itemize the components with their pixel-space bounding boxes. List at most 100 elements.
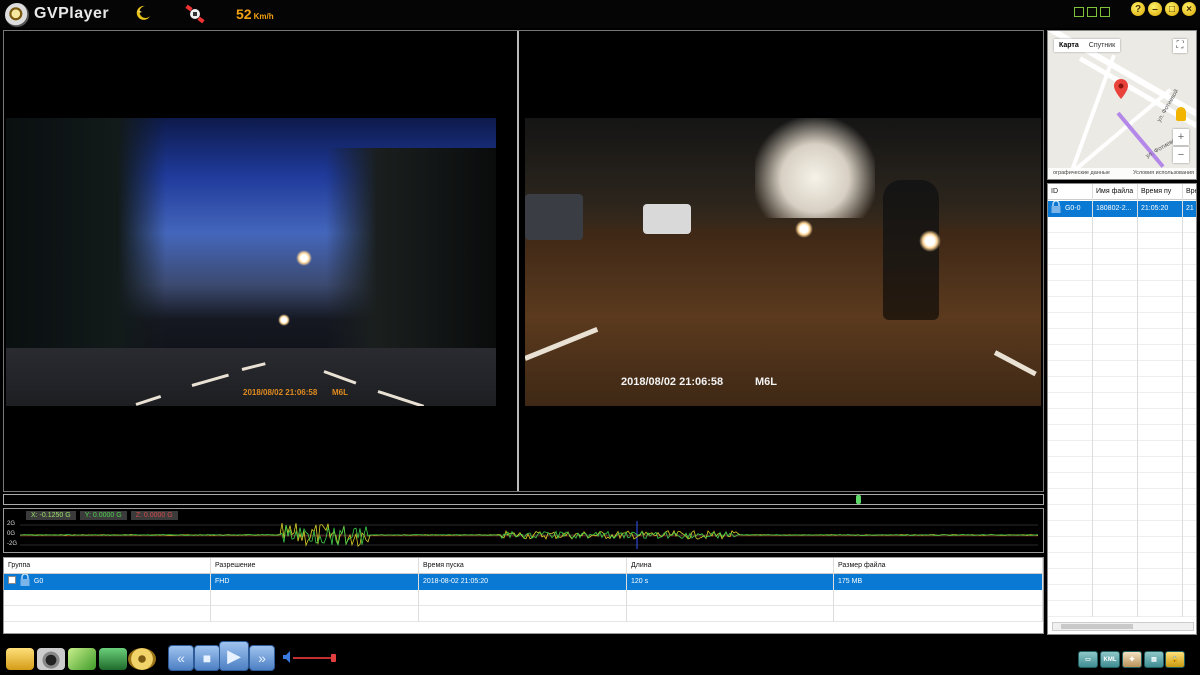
minimize-button[interactable]: – bbox=[1148, 2, 1162, 16]
scene-trees bbox=[326, 148, 496, 368]
row-checkbox[interactable] bbox=[8, 576, 16, 584]
window-controls: ? – □ × bbox=[1131, 2, 1196, 16]
gps-satellite-icon[interactable] bbox=[184, 3, 206, 25]
disc-icon[interactable] bbox=[128, 648, 156, 670]
fast-forward-button[interactable]: » bbox=[249, 645, 275, 671]
play-icon: ▶ bbox=[227, 645, 241, 666]
map-icon[interactable]: ✚ bbox=[1122, 651, 1142, 668]
maximize-button[interactable]: □ bbox=[1165, 2, 1179, 16]
street-view-icon[interactable] bbox=[1176, 107, 1186, 121]
volume-slider-handle[interactable] bbox=[331, 654, 336, 662]
rear-video-frame: 2018/08/02 21:06:58 M6L bbox=[525, 118, 1041, 406]
screen-icon[interactable]: ▭ bbox=[1078, 651, 1098, 668]
scene-road bbox=[525, 228, 1041, 406]
column-header[interactable]: Группа bbox=[4, 558, 211, 574]
empty-list-row bbox=[1048, 521, 1196, 537]
map-tab-satellite[interactable]: Спутник bbox=[1084, 39, 1120, 52]
clip-id-cell: G0-0 bbox=[1048, 201, 1093, 217]
empty-table-row bbox=[4, 590, 1043, 606]
settings-icon[interactable]: ▤ bbox=[1144, 651, 1164, 668]
play-button[interactable]: ▶ bbox=[219, 641, 249, 671]
stop-button[interactable]: ■ bbox=[194, 645, 220, 671]
empty-list-row bbox=[1048, 313, 1196, 329]
video-timestamp: 2018/08/02 21:06:58 bbox=[621, 376, 724, 388]
night-mode-icon[interactable] bbox=[134, 4, 152, 22]
empty-list-row bbox=[1048, 601, 1196, 617]
empty-list-row bbox=[1048, 585, 1196, 601]
volume-icon[interactable] bbox=[283, 651, 291, 663]
scene-street-light bbox=[278, 314, 290, 326]
empty-list-row bbox=[1048, 297, 1196, 313]
group-cell: G0 bbox=[4, 574, 211, 590]
column-header[interactable]: ID bbox=[1048, 184, 1093, 200]
stop-icon: ■ bbox=[202, 650, 212, 666]
g-axis-label: 0G bbox=[7, 531, 16, 537]
camera-icon[interactable] bbox=[37, 648, 65, 670]
rear-camera-view[interactable]: 2018/08/02 21:06:58 M6L bbox=[521, 31, 1043, 491]
column-header[interactable]: Длина bbox=[627, 558, 834, 574]
column-header[interactable]: Имя файла bbox=[1093, 184, 1138, 200]
scrollbar-thumb[interactable] bbox=[1061, 624, 1133, 629]
empty-list-row bbox=[1048, 569, 1196, 585]
scene-street-light bbox=[296, 250, 312, 266]
table-row[interactable]: G0 FHD 2018-08-02 21:05:20 120 s 175 MB bbox=[4, 574, 1043, 590]
empty-list-row bbox=[1048, 217, 1196, 233]
kml-export-button[interactable]: KML bbox=[1100, 651, 1120, 668]
g-sensor-x: X: -0.1250 G bbox=[26, 511, 76, 520]
empty-list-row bbox=[1048, 457, 1196, 473]
g-sensor-graph[interactable] bbox=[20, 521, 1038, 549]
clip-id: G0-0 bbox=[1064, 205, 1081, 212]
layout-single-icon[interactable] bbox=[1074, 7, 1084, 17]
volume-slider[interactable] bbox=[293, 657, 333, 659]
lock-icon[interactable]: 🔒 bbox=[1165, 651, 1185, 668]
g-axis-label: 2G bbox=[7, 521, 16, 527]
close-button[interactable]: × bbox=[1182, 2, 1196, 16]
help-button[interactable]: ? bbox=[1131, 2, 1145, 16]
lock-icon bbox=[1051, 201, 1061, 213]
list-item[interactable]: G0-0 180802-2... 21:05:20 21 bbox=[1048, 201, 1196, 217]
column-header[interactable]: Время пуска bbox=[419, 558, 627, 574]
fullscreen-icon[interactable]: ⛶ bbox=[1173, 39, 1187, 53]
app-title: GVPlayer bbox=[34, 5, 110, 22]
horizontal-scrollbar[interactable] bbox=[1052, 622, 1194, 631]
title-bar: GVPlayer 52 Km/h ? – □ × bbox=[0, 0, 1200, 28]
clip-list: ID Имя файла Время пу Вре G0-0 180802-2.… bbox=[1047, 183, 1197, 635]
column-header[interactable]: Размер файла bbox=[834, 558, 1043, 574]
front-video-frame: 2018/08/02 21:06:58 M6L bbox=[6, 118, 496, 406]
layout-quad-icon[interactable] bbox=[1100, 7, 1110, 17]
file-group-table: Группа Разрешение Время пуска Длина Разм… bbox=[3, 557, 1044, 634]
layout-dual-icon[interactable] bbox=[1087, 7, 1097, 17]
scene-car bbox=[643, 204, 691, 234]
clip-list-header: ID Имя файла Время пу Вре bbox=[1048, 184, 1196, 200]
clip-time-cell: 21:05:20 bbox=[1138, 201, 1183, 217]
lock-icon bbox=[20, 574, 30, 586]
map-data-credit: ографические данные bbox=[1053, 170, 1110, 176]
zoom-out-button[interactable]: − bbox=[1173, 147, 1189, 163]
front-camera-view[interactable]: 2018/08/02 21:06:58 M6L bbox=[4, 31, 519, 491]
clip-extra-cell: 21 bbox=[1183, 201, 1196, 217]
zoom-in-button[interactable]: + bbox=[1173, 129, 1189, 145]
g-sensor-values: X: -0.1250 G Y: 0.0000 G Z: 0.0000 G bbox=[26, 511, 178, 520]
column-header[interactable]: Вре bbox=[1183, 184, 1196, 200]
scene-trees bbox=[6, 118, 166, 363]
map-view[interactable]: Карта Спутник ⛶ ул. Фотиевой ул. Фотиево… bbox=[1047, 30, 1197, 180]
map-terms-link[interactable]: Условия использования bbox=[1133, 170, 1194, 176]
playback-timeline[interactable] bbox=[3, 494, 1044, 505]
timeline-position-marker[interactable] bbox=[856, 495, 861, 504]
speed-value: 52 bbox=[236, 6, 252, 22]
empty-list-row bbox=[1048, 377, 1196, 393]
g-sensor-z: Z: 0.0000 G bbox=[130, 511, 178, 520]
column-header[interactable]: Время пу bbox=[1138, 184, 1183, 200]
empty-table-row bbox=[4, 606, 1043, 622]
rewind-button[interactable]: « bbox=[168, 645, 194, 671]
g-sensor-y: Y: 0.0000 G bbox=[79, 511, 127, 520]
rewind-icon: « bbox=[177, 650, 185, 666]
export-icon[interactable] bbox=[99, 648, 127, 670]
column-header[interactable]: Разрешение bbox=[211, 558, 419, 574]
map-tab-map[interactable]: Карта bbox=[1054, 39, 1084, 52]
scene-headlight bbox=[919, 230, 941, 252]
bottom-toolbar: « ■ ▶ » ▭ KML ✚ ▤ 🔒 bbox=[0, 638, 1200, 675]
video-timestamp: 2018/08/02 21:06:58 bbox=[243, 388, 318, 397]
money-icon[interactable] bbox=[68, 648, 96, 670]
folder-icon[interactable] bbox=[6, 648, 34, 670]
